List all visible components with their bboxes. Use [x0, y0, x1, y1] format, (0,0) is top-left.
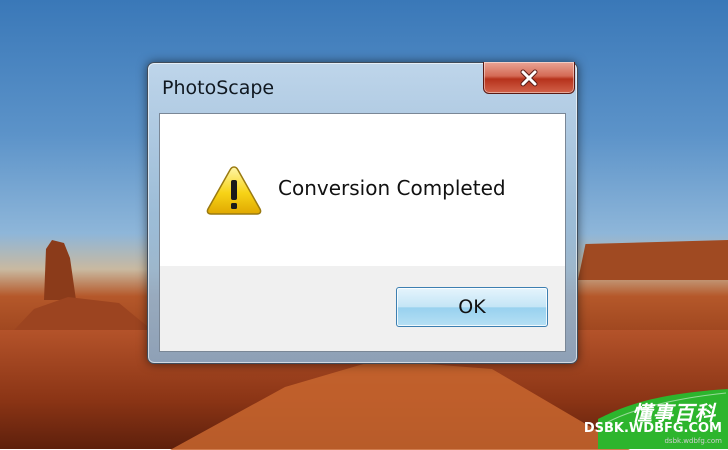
- window-title: PhotoScape: [162, 77, 275, 99]
- dialog-client-area: Conversion Completed OK: [159, 113, 566, 352]
- wallpaper-mesa-right: [578, 240, 728, 280]
- close-button[interactable]: [483, 62, 575, 94]
- dialog-window: PhotoScape Conversion Completed OK: [147, 62, 578, 364]
- close-icon: [520, 69, 538, 86]
- warning-icon: [206, 166, 262, 215]
- message-text: Conversion Completed: [278, 176, 506, 200]
- watermark-url: DSBK.WDBFG.COM: [583, 421, 722, 436]
- watermark: 懂事百科 DSBK.WDBFG.COM dsbk.wdbfg.com: [584, 389, 728, 449]
- watermark-subtext: dsbk.wdbfg.com: [664, 437, 722, 445]
- ok-button[interactable]: OK: [396, 287, 548, 327]
